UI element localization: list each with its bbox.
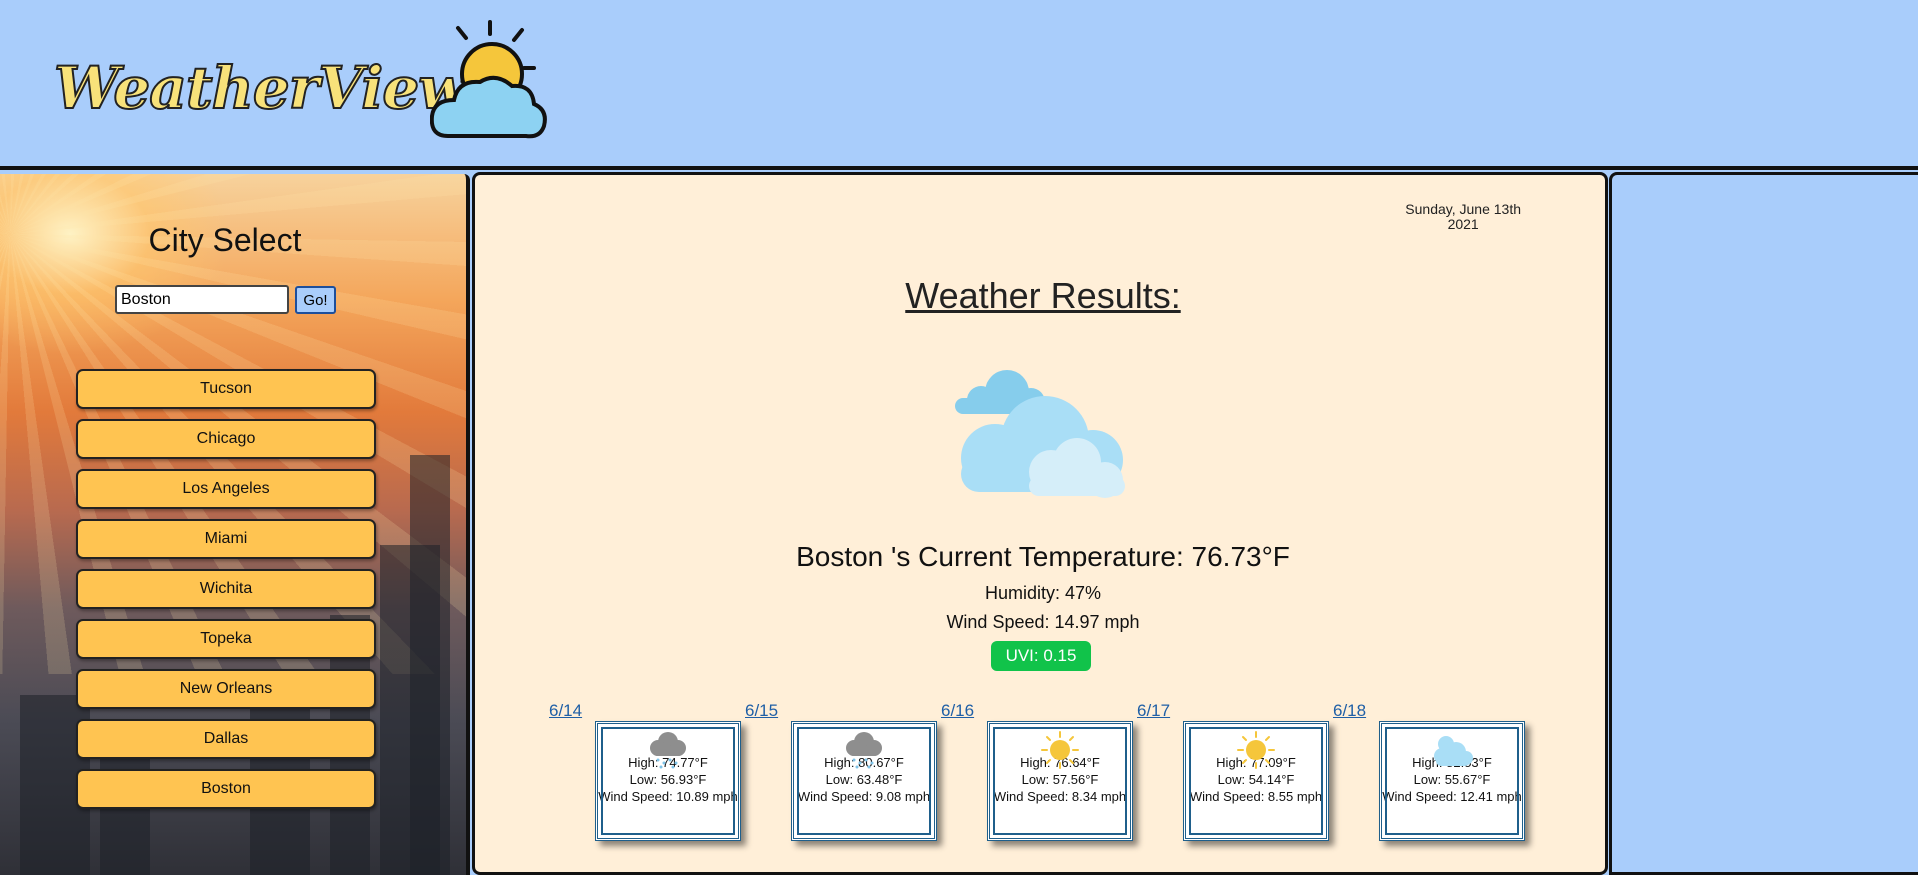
go-button[interactable]: Go! [295,286,336,314]
city-button-topeka[interactable]: Topeka [76,619,376,659]
current-temperature: Boston 's Current Temperature: 76.73°F [796,541,1290,572]
forecast-wind: Wind Speed: 8.55 mph [1189,789,1323,804]
weatherview-logo: WeatherView [50,18,570,148]
forecast-card: High: 80.67°F Low: 63.48°F Wind Speed: 9… [791,721,937,841]
forecast-wind: Wind Speed: 12.41 mph [1382,789,1522,804]
forecast-card: High: 74.77°F Low: 56.93°F Wind Speed: 1… [595,721,741,841]
forecast-date-link[interactable]: 6/16 [941,701,974,721]
logo-text: WeatherView [53,53,469,123]
rain-icon [650,732,686,769]
forecast-wind: Wind Speed: 8.34 mph [993,789,1127,804]
forecast-card: High: 82.53°F Low: 55.67°F Wind Speed: 1… [1379,721,1525,841]
city-select-sidebar: City Select Go! Tucson Chicago Los Angel… [0,174,470,875]
forecast-day: 6/17 High: 77.09°F Low: 54.14°F Wind Spe… [1137,701,1333,841]
forecast-date-link[interactable]: 6/18 [1333,701,1366,721]
forecast-day: 6/14 High: 74.77°F Low: 56.93°F Wind Spe… [549,701,745,841]
rain-icon [846,732,882,769]
forecast-card: High: 77.09°F Low: 54.14°F Wind Speed: 8… [1183,721,1329,841]
sun-icon [1041,731,1079,769]
city-button-chicago[interactable]: Chicago [76,419,376,459]
forecast-date-link[interactable]: 6/17 [1137,701,1170,721]
cloud-icon [1434,736,1473,766]
forecast-low: Low: 56.93°F [629,772,707,787]
city-button-tucson[interactable]: Tucson [76,369,376,409]
current-date: Sunday, June 13th 2021 [1405,202,1521,232]
weather-results-panel: Sunday, June 13th 2021 Weather Results: … [472,172,1608,875]
forecast-low: Low: 57.56°F [1021,772,1099,787]
cloudy-icon [955,370,1125,498]
header: WeatherView [0,0,1918,170]
forecast-wind: Wind Speed: 10.89 mph [598,789,738,804]
right-panel [1609,172,1918,875]
city-button-wichita[interactable]: Wichita [76,569,376,609]
forecast-wind: Wind Speed: 9.08 mph [797,789,931,804]
city-button-boston[interactable]: Boston [76,769,376,809]
city-select-title: City Select [148,222,302,258]
sun-cloud-logo-icon [430,20,547,139]
city-button-miami[interactable]: Miami [76,519,376,559]
uvi-badge: UVI: 0.15 [991,641,1091,671]
forecast-day: 6/18 High: 82.53°F Low: 55.67°F Wind Spe… [1333,701,1529,841]
city-button-los-angeles[interactable]: Los Angeles [76,469,376,509]
date-line: Sunday, June 13th [1405,201,1521,217]
sun-icon [1237,731,1275,769]
forecast-low: Low: 63.48°F [825,772,903,787]
forecast-day: 6/16 High: 76.64°F Low: 57.56°F Wind Spe… [941,701,1137,841]
year-line: 2021 [1447,216,1479,232]
city-search-input[interactable] [115,285,289,314]
wind-speed: Wind Speed: 14.97 mph [946,612,1140,632]
forecast-date-link[interactable]: 6/14 [549,701,582,721]
city-button-dallas[interactable]: Dallas [76,719,376,759]
results-title: Weather Results: [905,275,1181,316]
forecast-day: 6/15 High: 80.67°F Low: 63.48°F Wind Spe… [745,701,941,841]
humidity: Humidity: 47% [984,583,1102,603]
forecast-date-link[interactable]: 6/15 [745,701,778,721]
city-button-new-orleans[interactable]: New Orleans [76,669,376,709]
forecast-low: Low: 54.14°F [1217,772,1295,787]
city-list: Tucson Chicago Los Angeles Miami Wichita… [76,369,376,819]
forecast-card: High: 76.64°F Low: 57.56°F Wind Speed: 8… [987,721,1133,841]
forecast-low: Low: 55.67°F [1413,772,1491,787]
